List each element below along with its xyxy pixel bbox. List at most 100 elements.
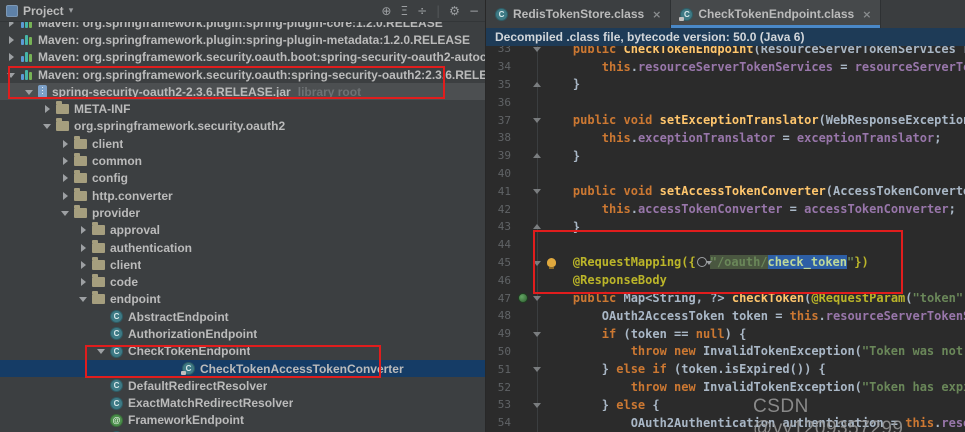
annotation-icon: @ <box>110 413 123 427</box>
gutter <box>516 236 531 254</box>
code-line[interactable]: 46 @ResponseBody <box>486 271 965 289</box>
intention-bulb-icon[interactable] <box>547 258 556 270</box>
locate-file-icon[interactable]: ⊕ <box>381 4 391 18</box>
code-token: "Token has expired <box>861 380 965 395</box>
tree-item-label: FrameworkEndpoint <box>128 413 245 428</box>
code-line[interactable]: 45 @RequestMapping({"/oauth/check_token"… <box>486 253 965 272</box>
tab-redistokenstore[interactable]: C RedisTokenStore.class × <box>486 0 672 28</box>
tree-item[interactable]: @ FrameworkEndpoint <box>0 412 485 429</box>
fold-marker-icon[interactable] <box>533 118 541 124</box>
tree-item[interactable]: spring-security-oauth2-2.3.6.RELEASE.jar… <box>0 83 485 101</box>
tree-item[interactable]: approval <box>0 222 485 239</box>
code-line[interactable]: 50 throw new InvalidTokenException("Toke… <box>486 342 965 361</box>
tree-item[interactable]: provider <box>0 204 485 221</box>
fold-marker-icon[interactable] <box>533 223 541 229</box>
fold-marker-icon[interactable] <box>533 81 541 87</box>
close-icon[interactable]: × <box>862 8 871 21</box>
code-text: @ResponseBody <box>544 273 667 287</box>
tree-item[interactable]: endpoint <box>0 291 485 308</box>
tree-item[interactable]: C CheckTokenEndpoint <box>0 343 485 360</box>
fold-marker-icon[interactable] <box>533 367 541 373</box>
tree-item[interactable]: Maven: org.springframework.plugin:spring… <box>0 22 485 31</box>
hide-panel-icon[interactable]: − <box>469 4 479 18</box>
code-line[interactable]: 54 OAuth2Authentication authentication =… <box>486 413 965 432</box>
tree-item-label: http.converter <box>92 188 173 203</box>
fold-marker-icon[interactable] <box>533 152 541 158</box>
url-mapping-globe-icon[interactable] <box>696 257 712 268</box>
endpoint-gutter-icon[interactable] <box>518 293 528 304</box>
tree-item[interactable]: client <box>0 135 485 152</box>
fold-marker-icon[interactable] <box>533 189 541 195</box>
gutter <box>516 129 531 147</box>
decompiled-banner: Decompiled .class file, bytecode version… <box>486 28 965 46</box>
code-line[interactable]: 38 this.exceptionTranslator = exceptionT… <box>486 128 965 147</box>
tree-item[interactable]: C ExactMatchRedirectResolver <box>0 395 485 412</box>
chevron-down-icon[interactable]: ▾ <box>69 6 74 16</box>
expand-all-icon[interactable]: Ξ <box>400 4 408 18</box>
code-token: accessTokenConverter <box>804 202 949 217</box>
settings-gear-icon[interactable]: ⚙ <box>449 4 460 18</box>
tree-item[interactable]: Maven: org.springframework.plugin:spring… <box>0 31 485 48</box>
code-line[interactable]: 42 this.accessTokenConverter = accessTok… <box>486 200 965 218</box>
code-line[interactable]: 40 <box>486 164 965 183</box>
tree-item[interactable]: C AuthorizationEndpoint <box>0 325 485 342</box>
class-icon: C <box>495 7 508 21</box>
tree-item[interactable]: Maven: org.springframework.security.oaut… <box>0 49 485 66</box>
code-line[interactable]: 48 OAuth2AccessToken token = this.resour… <box>486 306 965 325</box>
code-line[interactable]: 49 if (token == null) { <box>486 324 965 343</box>
code-token: . <box>630 202 638 217</box>
tree-item[interactable]: http.converter <box>0 187 485 204</box>
fold-marker-icon[interactable] <box>533 402 541 408</box>
code-line[interactable]: 51 } else if (token.isExpired()) { <box>486 360 965 378</box>
tree-item[interactable]: META-INF <box>0 100 485 117</box>
collapse-all-icon[interactable]: ÷ <box>417 4 427 18</box>
code-line[interactable]: 39 } <box>486 146 965 165</box>
tab-checktokenendpoint[interactable]: C CheckTokenEndpoint.class × <box>671 0 882 28</box>
code-line[interactable]: 43 } <box>486 217 965 236</box>
code-line[interactable]: 52 throw new InvalidTokenException("Toke… <box>486 378 965 396</box>
tree-item[interactable]: C AbstractEndpoint <box>0 308 485 325</box>
tree-item-label: code <box>110 275 139 290</box>
fold-marker-icon[interactable] <box>533 260 541 266</box>
code-line[interactable]: 47 public Map<String, ?> checkToken (@Req… <box>486 289 965 307</box>
tree-item[interactable]: C DefaultRedirectResolver <box>0 377 485 394</box>
toolbar-separator: | <box>436 3 441 18</box>
fold-marker-icon[interactable] <box>533 331 541 337</box>
code-token: this <box>601 202 631 217</box>
gutter <box>516 254 531 272</box>
tree-item[interactable]: config <box>0 170 485 187</box>
code-token: public <box>572 291 624 306</box>
tree-item[interactable]: common <box>0 152 485 169</box>
class-icon: C <box>110 327 123 341</box>
tree-item[interactable]: org.springframework.security.oauth2 <box>0 118 485 135</box>
fold-marker-icon[interactable] <box>533 296 541 302</box>
tree-item[interactable]: client <box>0 256 485 273</box>
tree-item[interactable]: authentication <box>0 239 485 256</box>
code-area[interactable]: 33 public CheckTokenEndpoint(ResourceSer… <box>486 40 965 432</box>
code-token: if <box>601 326 624 341</box>
line-number: 49 <box>497 327 511 341</box>
code-line[interactable]: 34 this.resourceServerTokenServices = re… <box>486 57 965 76</box>
ide-window: Project ▾ ⊕ Ξ ÷ | ⚙ − Maven: org.springf… <box>0 0 965 432</box>
maven-icon <box>20 34 33 46</box>
code-token: null <box>695 326 725 341</box>
code-line[interactable]: 44 <box>486 235 965 254</box>
gutter <box>516 378 531 396</box>
fold-column <box>531 271 544 289</box>
tree-item[interactable]: Maven: org.springframework.security.oaut… <box>0 66 485 83</box>
code-line[interactable]: 37 public void setExceptionTranslator(We… <box>486 111 965 129</box>
code-token: } <box>544 397 617 412</box>
code-line[interactable]: 53 } else { <box>486 395 965 414</box>
tree-item[interactable]: C CheckTokenAccessTokenConverter <box>0 359 485 378</box>
line-number: 42 <box>497 202 511 216</box>
line-number: 45 <box>497 255 511 269</box>
tree-item[interactable]: code <box>0 273 485 290</box>
code-line[interactable]: 36 <box>486 93 965 111</box>
fold-column <box>531 306 544 325</box>
fold-marker-icon[interactable] <box>533 47 541 52</box>
close-icon[interactable]: × <box>652 8 661 21</box>
code-token: ; <box>948 202 956 217</box>
code-line[interactable]: 35 } <box>486 75 965 94</box>
code-line[interactable]: 41 public void setAccessTokenConverter(A… <box>486 182 965 200</box>
